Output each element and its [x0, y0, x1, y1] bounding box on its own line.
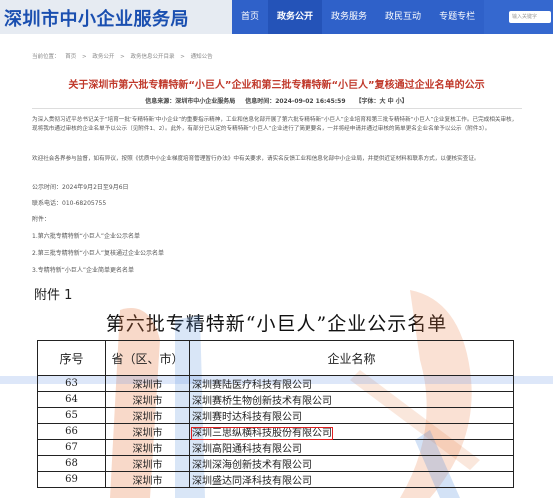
row-region: 深圳市 [105, 455, 190, 472]
article-title: 关于深圳市第六批专精特新“小巨人”企业和第三批专精特新“小巨人”复核通过企业名单… [68, 80, 485, 91]
table-header-row: 序号 省（区、市） 企业名称 [37, 340, 514, 376]
row-seq: 69 [37, 471, 106, 488]
table-row: 69 深圳市 深圳盛达同泽科技有限公司 [37, 471, 514, 488]
row-seq: 65 [37, 407, 106, 424]
breadcrumb-notices[interactable]: 通知公告 [191, 54, 213, 60]
row-region: 深圳市 [105, 375, 190, 392]
breadcrumb-home[interactable]: 首页 [65, 54, 76, 60]
company-name: 深圳赛桥生物创新技术有限公司 [192, 396, 332, 407]
breadcrumb-separator: > [180, 54, 185, 60]
row-region: 深圳市 [105, 391, 190, 408]
table-row: 63 深圳市 深圳赛陆医疗科技有限公司 [37, 375, 514, 392]
attachment-heading: 附件 1 [34, 288, 73, 303]
breadcrumb-separator: > [82, 54, 87, 60]
table-row: 67 深圳市 深圳高阳通科技有限公司 [37, 439, 514, 456]
company-name: 深圳赛时达科技有限公司 [192, 412, 302, 423]
font-size-label: 【字体： [355, 98, 380, 105]
row-seq: 64 [37, 391, 106, 408]
breadcrumb-catalog[interactable]: 政务信息公开目录 [131, 54, 175, 60]
row-company: 深圳盛达同泽科技有限公司 [189, 471, 514, 488]
article-meta: 信息来源：深圳市中小企业服务局 信息时间：2024-09-02 16:45:59… [0, 96, 553, 105]
article-paragraph: 为深入贯彻习近平总书记关于“培育一批‘专精特新’中小企业”的重要指示精神，工业和… [32, 117, 518, 132]
table-row: 64 深圳市 深圳赛桥生物创新技术有限公司 [37, 391, 514, 408]
main-nav: 首页 政务公开 政务服务 政民互动 专题专栏 [232, 0, 485, 34]
row-seq: 63 [37, 375, 106, 392]
company-name: 深圳高阳通科技有限公司 [192, 444, 302, 455]
divider [32, 108, 522, 109]
notice-period: 公示时间：2024年9月2日至9月6日 [32, 184, 129, 191]
font-size-end: 】 [401, 98, 408, 105]
site-header: 深圳市中小企业服务局 首页 政务公开 政务服务 政民互动 专题专栏 输入关键字 [0, 0, 553, 34]
row-company: 深圳高阳通科技有限公司 [189, 439, 514, 456]
attachments-label: 附件： [32, 216, 51, 223]
nav-item-gov-affairs-public[interactable]: 政务公开 [268, 0, 323, 34]
nav-item-interaction[interactable]: 政民互动 [376, 0, 431, 34]
row-company: 深圳深海创新技术有限公司 [189, 455, 514, 472]
row-company: 深圳赛陆医疗科技有限公司 [189, 375, 514, 392]
row-seq: 67 [37, 439, 106, 456]
article-paragraph: 欢迎社会各界参与监督，如有异议，按照《优质中小企业梯度培育管理暂行办法》中有关要… [32, 156, 480, 162]
header-region: 省（区、市） [105, 340, 190, 376]
font-size-medium[interactable]: 中 [388, 98, 394, 105]
contact-phone: 联系电话：010-68205755 [32, 200, 107, 207]
company-name-highlighted: 深圳三思纵横科技股份有限公司 [191, 427, 333, 440]
font-size-control: 【字体：大 中 小】 [355, 98, 407, 105]
attachment-link-2[interactable]: 2.第三批专精特新“小巨人”复核通过企业公示名单 [32, 248, 164, 257]
breadcrumb-prefix: 当前位置： [32, 54, 60, 60]
company-name: 深圳赛陆医疗科技有限公司 [192, 380, 312, 391]
breadcrumb-separator: > [120, 54, 125, 60]
breadcrumb: 当前位置： 首页 > 政务公开 > 政务信息公开目录 > 通知公告 [32, 52, 217, 60]
company-list-table: 序号 省（区、市） 企业名称 63 深圳市 深圳赛陆医疗科技有限公司 64 深圳… [37, 340, 514, 488]
search-input[interactable]: 输入关键字 [509, 11, 551, 23]
article-source: 信息来源：深圳市中小企业服务局 [145, 98, 236, 105]
nav-item-topics[interactable]: 专题专栏 [430, 0, 485, 34]
row-region: 深圳市 [105, 407, 190, 424]
table-row: 65 深圳市 深圳赛时达科技有限公司 [37, 407, 514, 424]
article-time: 信息时间：2024-09-02 16:45:59 [245, 98, 346, 105]
header-company: 企业名称 [189, 340, 514, 376]
row-company: 深圳赛时达科技有限公司 [189, 407, 514, 424]
site-title[interactable]: 深圳市中小企业服务局 [4, 5, 189, 31]
row-seq: 68 [37, 455, 106, 472]
breadcrumb-gov-public[interactable]: 政务公开 [92, 54, 114, 60]
row-region: 深圳市 [105, 471, 190, 488]
table-row-highlighted: 66 深圳市 深圳三思纵横科技股份有限公司 [37, 423, 514, 440]
font-size-large[interactable]: 大 [379, 98, 385, 105]
document-title: 第六批专精特新“小巨人”企业公示名单 [105, 313, 448, 335]
row-region: 深圳市 [105, 423, 190, 440]
nav-item-home[interactable]: 首页 [232, 0, 269, 34]
nav-item-gov-services[interactable]: 政务服务 [322, 0, 377, 34]
row-company: 深圳三思纵横科技股份有限公司 [189, 423, 514, 440]
row-region: 深圳市 [105, 439, 190, 456]
header-seq: 序号 [37, 340, 106, 376]
attachment-link-1[interactable]: 1.第六批专精特新“小巨人”企业公示名单 [32, 231, 140, 240]
company-name: 深圳盛达同泽科技有限公司 [192, 476, 312, 487]
row-seq: 66 [37, 423, 106, 440]
attachment-link-3[interactable]: 3.专精特新“小巨人”企业简单更名名单 [32, 265, 134, 274]
row-company: 深圳赛桥生物创新技术有限公司 [189, 391, 514, 408]
company-name: 深圳深海创新技术有限公司 [192, 460, 312, 471]
table-row: 68 深圳市 深圳深海创新技术有限公司 [37, 455, 514, 472]
